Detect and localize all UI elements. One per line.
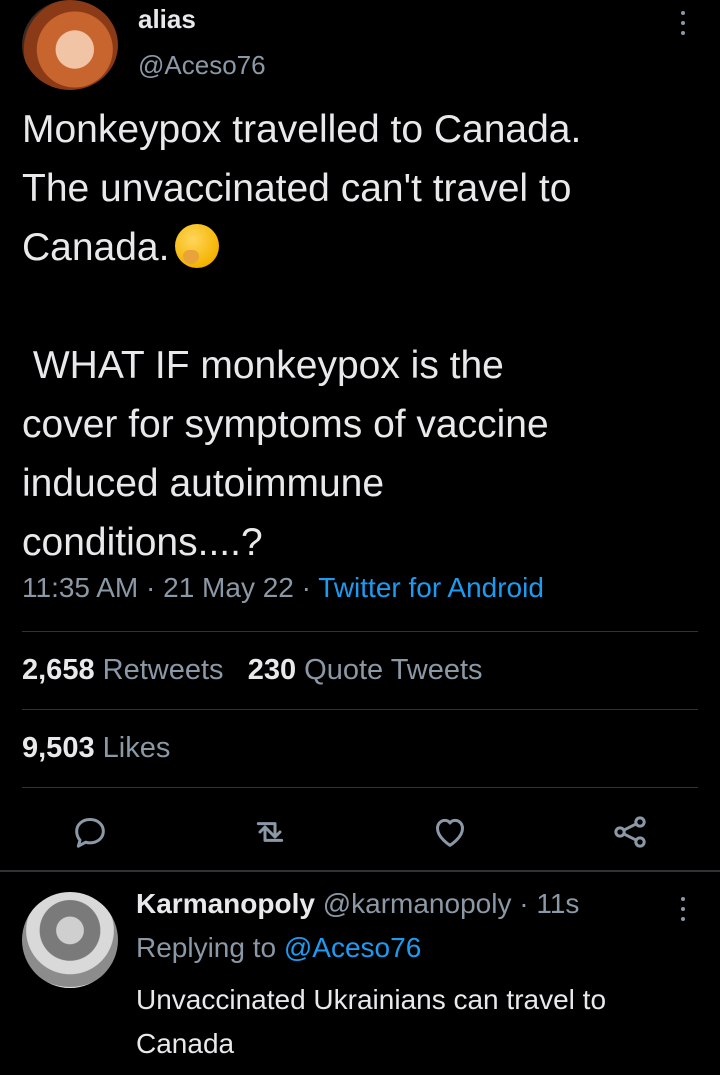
reply-header: Karmanopoly @karmanopoly · 11s <box>136 888 579 920</box>
reply-more-options-icon[interactable] <box>676 896 690 922</box>
reply-author-avatar[interactable] <box>22 892 118 988</box>
like-icon[interactable] <box>430 812 470 852</box>
retweet-icon[interactable] <box>250 812 290 852</box>
reply-time: 11s <box>536 888 580 919</box>
meta-separator: · <box>519 888 529 919</box>
retweets-label: Retweets <box>102 654 224 686</box>
tweet-text-paragraph-2: WHAT IF monkeypox is the cover for sympt… <box>22 344 549 564</box>
likes-label: Likes <box>102 732 171 764</box>
meta-separator: · <box>146 572 156 603</box>
share-icon[interactable] <box>610 812 650 852</box>
retweets-link[interactable]: 2,658 Retweets <box>22 654 224 686</box>
more-options-icon[interactable] <box>676 10 690 36</box>
likes-link[interactable]: 9,503 Likes <box>22 732 170 765</box>
retweet-stats: 2,658 Retweets 230 Quote Tweets <box>22 654 483 687</box>
replying-to-mention[interactable]: @Aceso76 <box>284 932 421 963</box>
quote-tweets-link[interactable]: 230 Quote Tweets <box>248 654 483 686</box>
tweet-date: 21 May 22 <box>163 572 294 603</box>
tweet-source-link[interactable]: Twitter for Android <box>318 572 544 603</box>
author-avatar[interactable] <box>22 0 118 90</box>
author-handle[interactable]: @Aceso76 <box>138 50 266 81</box>
reply-text: Unvaccinated Ukrainians can travel to Ca… <box>136 984 607 1059</box>
meta-separator: · <box>301 572 311 603</box>
retweets-count: 2,658 <box>22 654 95 686</box>
quotes-count: 230 <box>247 654 297 686</box>
reply-icon[interactable] <box>70 812 110 852</box>
reply-author-handle[interactable]: @karmanopoly <box>323 888 512 919</box>
divider <box>22 709 698 710</box>
tweet-time: 11:35 AM <box>22 572 139 603</box>
replying-to-label: Replying to <box>136 932 277 963</box>
tweet-text-line-1: Monkeypox travelled to Canada. <box>22 108 582 151</box>
section-divider <box>0 870 720 872</box>
quotes-label: Quote Tweets <box>304 654 483 686</box>
replying-to: Replying to @Aceso76 <box>136 932 421 964</box>
divider <box>22 787 698 788</box>
author-display-name[interactable]: alias <box>138 4 196 35</box>
tweet-meta: 11:35 AM · 21 May 22 · Twitter for Andro… <box>22 572 544 604</box>
likes-count: 9,503 <box>22 732 95 764</box>
divider <box>22 631 698 632</box>
thinking-face-icon <box>175 224 220 268</box>
tweet-text-line-2: The unvaccinated can't travel to <box>22 167 572 210</box>
reply-author-name[interactable]: Karmanopoly <box>136 888 315 919</box>
tweet-text: Monkeypox travelled to Canada. The unvac… <box>22 100 702 572</box>
tweet-text-line-3: Canada. <box>22 226 170 269</box>
